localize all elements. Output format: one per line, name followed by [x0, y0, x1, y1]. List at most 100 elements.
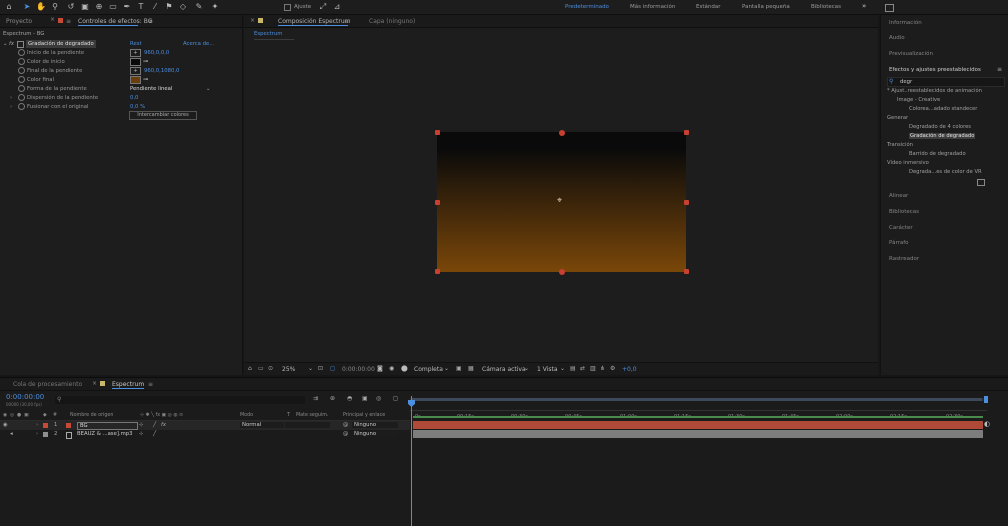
panel-menu-icon[interactable]: ≡ — [148, 381, 153, 388]
zoom-tool-icon[interactable]: ⚲ — [50, 2, 60, 12]
swap-colors-button[interactable]: Intercambiar colores — [129, 111, 197, 120]
tab-effect-controls[interactable]: Controles de efectos: BG — [78, 18, 152, 25]
tab-render-queue[interactable]: Cola de procesamiento — [13, 381, 82, 388]
puppet-tool-icon[interactable]: ✦ — [210, 2, 220, 12]
panel-info[interactable]: Información — [889, 20, 922, 26]
anchor-point-icon[interactable]: ⌖ — [557, 196, 562, 206]
fit-icon[interactable]: ⊡ — [318, 365, 323, 372]
panel-menu-icon[interactable]: ≡ — [344, 18, 349, 25]
panel-menu-icon[interactable]: ≡ — [148, 18, 153, 25]
layer-row-1[interactable]: ◉ › 1 BG ⊹ ╱ fx Normal @ Ninguno — [0, 421, 410, 430]
eye-icon[interactable]: ◉ — [3, 421, 8, 430]
transparency-grid-icon[interactable]: ◻ — [330, 365, 335, 372]
expand-arrow-icon[interactable]: › — [10, 94, 12, 102]
layer-end-marker-icon[interactable]: ◐ — [984, 420, 990, 428]
blend-original-value[interactable]: 0,0 % — [130, 103, 145, 111]
work-area-bar[interactable] — [412, 398, 982, 401]
tree-image-creative[interactable]: Image - Creative — [897, 97, 940, 103]
panel-effects-presets[interactable]: Efectos y ajustes preestablecidos — [889, 67, 981, 73]
pick-whip-icon[interactable]: @ — [343, 430, 348, 439]
monitor-icon[interactable]: ▭ — [258, 365, 264, 372]
bounding-handle-tl[interactable] — [435, 130, 440, 135]
views-dropdown[interactable]: 1 Vista — [537, 366, 558, 373]
tab-project[interactable]: Proyecto — [6, 18, 32, 25]
tab-composition[interactable]: Composición Espectrum — [278, 18, 351, 25]
eyedropper-icon[interactable]: ⊸ — [143, 76, 148, 84]
snap-feature-icon[interactable]: ⊿ — [332, 2, 342, 12]
workspace-pantalla-pequena[interactable]: Pantalla pequeña — [742, 4, 790, 10]
tree-colorize-preset[interactable]: Colorea...adado standecer — [909, 106, 977, 112]
collapse-arrow-icon[interactable]: ⌄ — [3, 40, 7, 48]
text-tool-icon[interactable]: T — [136, 2, 146, 12]
end-color-swatch[interactable] — [130, 76, 141, 84]
effects-search-field[interactable]: ⚲ degr — [887, 77, 1005, 87]
layer-name[interactable]: BEAUZ & ...ase].mp3 — [77, 430, 132, 439]
home-icon[interactable]: ⌂ — [4, 2, 14, 12]
timeline-icon[interactable]: ▥ — [590, 365, 596, 372]
layer-2-duration-bar[interactable] — [413, 430, 983, 438]
workspace-estandar[interactable]: Estándar — [696, 4, 720, 10]
color-management-icon[interactable]: ⬤ — [401, 365, 408, 372]
region-of-interest-icon[interactable]: ▣ — [456, 365, 462, 372]
lock-icon[interactable]: ≡ — [66, 18, 71, 25]
camera-tool-icon[interactable]: ▣ — [80, 2, 90, 12]
always-preview-icon[interactable]: ⌂ — [248, 365, 252, 372]
source-name-header[interactable]: Nombre de origen — [70, 412, 113, 420]
transparency-toggle-icon[interactable]: ▦ — [468, 365, 474, 372]
resolution-dropdown[interactable]: Completa — [414, 366, 443, 373]
bounding-handle-mr[interactable] — [684, 200, 689, 205]
panel-libraries[interactable]: Bibliotecas — [889, 209, 919, 215]
eyedropper-icon[interactable]: ⊸ — [143, 58, 148, 66]
workspace-predeterminado[interactable]: Predeterminado — [565, 4, 609, 10]
tree-generate[interactable]: Generar — [887, 115, 908, 121]
panel-tracker[interactable]: Rastreador — [889, 256, 919, 262]
expand-arrow-icon[interactable]: › — [10, 103, 12, 111]
layer-label-swatch[interactable] — [43, 423, 48, 428]
exposure-value[interactable]: +0,0 — [622, 366, 637, 373]
layer-parent-dropdown[interactable]: Ninguno — [352, 422, 398, 428]
selection-tool-icon[interactable]: ➤ — [22, 2, 32, 12]
work-area-end-handle[interactable] — [984, 396, 988, 403]
tree-4-color-gradient[interactable]: Degradado de 4 colores — [909, 124, 971, 130]
parent-header[interactable]: Principal y enlace — [343, 412, 385, 420]
panel-audio[interactable]: Audio — [889, 35, 905, 41]
layer-search-field[interactable]: ⚲ — [55, 396, 305, 404]
playhead-line[interactable] — [411, 396, 412, 526]
search-help-icon[interactable] — [885, 4, 894, 12]
track-matte-dropdown[interactable] — [285, 422, 330, 428]
camera-dropdown[interactable]: Cámara activa — [482, 366, 526, 373]
layer-parent-dropdown[interactable]: Ninguno — [352, 431, 398, 437]
workspace-bibliotecas[interactable]: Bibliotecas — [811, 4, 841, 10]
toggle-pixel-aspect-icon[interactable]: ▤ — [570, 365, 576, 372]
timeline-timecode[interactable]: 0:00:00:00 — [6, 393, 44, 401]
tree-gradient-ramp[interactable]: Gradación de degradado — [909, 133, 976, 139]
expand-arrow-icon[interactable]: › — [36, 430, 38, 439]
flowchart-icon[interactable]: ⋔ — [600, 365, 605, 372]
bounding-handle-br[interactable] — [684, 269, 689, 274]
panel-preview[interactable]: Previsualización — [889, 51, 933, 57]
panel-paragraph[interactable]: Párrafo — [889, 240, 909, 246]
layer-name[interactable]: BG — [77, 422, 138, 430]
layer-label-swatch[interactable] — [43, 432, 48, 437]
quality-switch-icon[interactable]: ╱ — [153, 430, 156, 439]
about-button[interactable]: Acerca de... — [183, 40, 214, 48]
motion-blur-icon[interactable]: ◎ — [376, 395, 381, 402]
rotate-tool-icon[interactable]: ↺ — [66, 2, 76, 12]
shy-switch-icon[interactable]: ⊹ — [139, 430, 143, 439]
eraser-tool-icon[interactable]: ◇ — [178, 2, 188, 12]
gradient-start-handle[interactable] — [559, 130, 565, 136]
tree-animation-presets[interactable]: * Ajust..reestablecidos de animación — [887, 88, 982, 94]
tree-transition[interactable]: Transición — [887, 142, 913, 148]
bounding-handle-tr[interactable] — [684, 130, 689, 135]
comp-subtab[interactable]: Espectrum — [254, 31, 282, 37]
draft-3d-icon[interactable]: ⊛ — [330, 395, 335, 402]
pan-behind-tool-icon[interactable]: ⊕ — [94, 2, 104, 12]
layer-1-duration-bar[interactable] — [413, 421, 983, 429]
snapshot-camera-icon[interactable]: ◙ — [377, 365, 383, 372]
rectangle-tool-icon[interactable]: ▭ — [108, 2, 118, 12]
shy-icon[interactable]: ◓ — [347, 395, 352, 402]
quality-switch-icon[interactable]: ╱ — [153, 421, 156, 430]
gradient-end-handle[interactable] — [559, 269, 565, 275]
time-ruler[interactable]: 0s 00:15s 00:30s 00:45s 01:00s 01:15s 01… — [410, 391, 995, 423]
snap-options-icon[interactable]: ⤢ — [318, 2, 328, 12]
